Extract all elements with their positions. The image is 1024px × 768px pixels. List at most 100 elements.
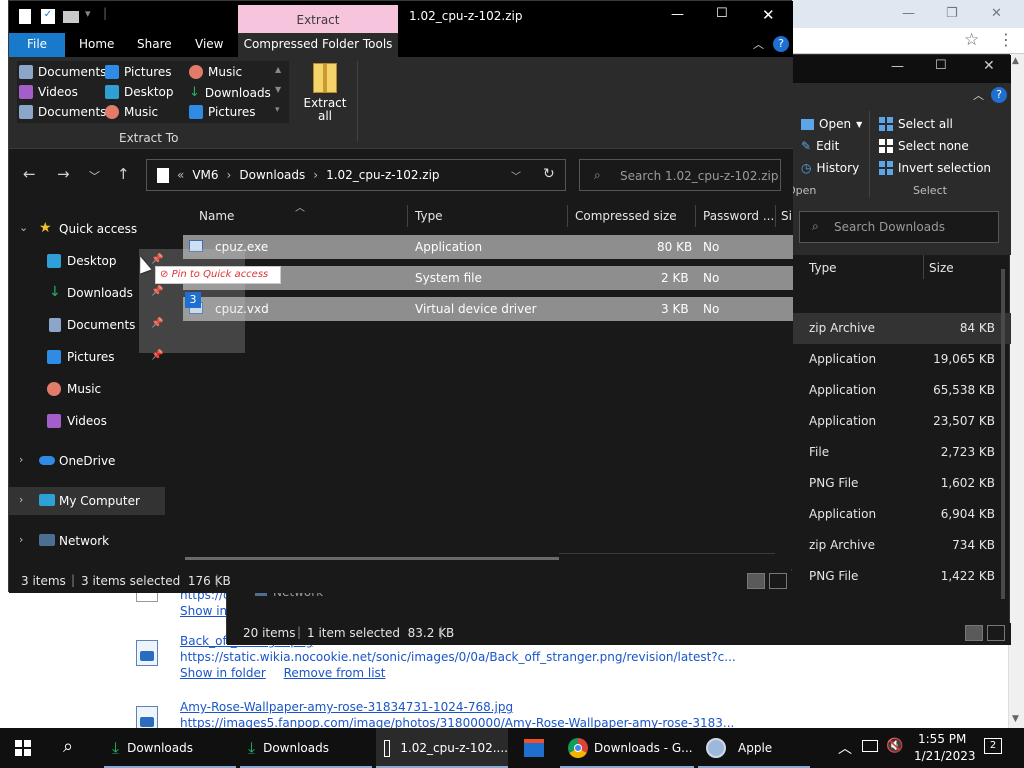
quick-access-toolbar-dropdown-icon[interactable]: ▾ bbox=[85, 7, 91, 20]
back-arrow-icon[interactable]: ← bbox=[23, 165, 36, 183]
taskbar-item-zip[interactable]: 1.02_cpu-z-102.... bbox=[376, 728, 508, 768]
notification-center-icon[interactable]: 2 bbox=[984, 738, 1002, 754]
table-row[interactable]: Application 23,507 KB bbox=[793, 406, 1011, 437]
table-row[interactable]: Application 65,538 KB bbox=[793, 375, 1011, 406]
minimize-button[interactable]: — bbox=[891, 59, 904, 74]
table-row[interactable]: Application 19,065 KB bbox=[793, 344, 1011, 375]
chevron-right-icon[interactable]: › bbox=[19, 533, 23, 546]
refresh-icon[interactable]: ↻ bbox=[543, 166, 555, 182]
tab-share[interactable]: Share bbox=[137, 37, 172, 51]
column-header-size[interactable]: Si bbox=[781, 209, 792, 223]
open-button[interactable]: Open ▼ bbox=[801, 117, 862, 131]
nav-my-computer[interactable]: › My Computer bbox=[9, 487, 165, 515]
help-icon[interactable]: ? bbox=[991, 87, 1007, 103]
properties-check-icon[interactable]: ✓ bbox=[41, 9, 55, 24]
file-row[interactable]: cpuz.vxd Virtual device driver 3 KB No bbox=[183, 297, 793, 321]
chevron-right-icon[interactable]: › bbox=[19, 453, 23, 466]
search-icon[interactable]: ⌕ bbox=[63, 736, 73, 757]
tab-view[interactable]: View bbox=[195, 37, 223, 51]
column-header-compressed-size[interactable]: Compressed size bbox=[575, 209, 677, 223]
breadcrumb-downloads[interactable]: Downloads bbox=[239, 168, 305, 182]
breadcrumb-zip[interactable]: 1.02_cpu-z-102.zip bbox=[326, 168, 439, 182]
maximize-button[interactable]: ☐ bbox=[935, 58, 947, 73]
invert-selection-button[interactable]: Invert selection bbox=[879, 161, 991, 175]
close-button[interactable]: ✕ bbox=[983, 58, 995, 74]
clock-time[interactable]: 1:55 PM bbox=[918, 732, 966, 746]
browser-restore-button[interactable]: ❐ bbox=[946, 6, 958, 21]
tab-file[interactable]: File bbox=[9, 33, 65, 57]
gallery-scroll-up-icon[interactable]: ▲ bbox=[275, 65, 281, 74]
breadcrumb-separator-icon[interactable]: › bbox=[313, 168, 318, 182]
column-header-password[interactable]: Password ... bbox=[703, 209, 774, 223]
table-row[interactable]: zip Archive 734 KB bbox=[793, 530, 1011, 561]
tab-compressed-folder-tools[interactable]: Compressed Folder Tools bbox=[238, 33, 398, 57]
scroll-up-arrow-icon[interactable]: ▲ bbox=[1012, 56, 1019, 66]
scrollbar-track[interactable] bbox=[559, 553, 775, 554]
scroll-down-arrow-icon[interactable]: ▼ bbox=[1012, 714, 1019, 724]
taskbar-item-downloads[interactable]: ⤓ Downloads bbox=[240, 728, 372, 768]
minimize-button[interactable]: — bbox=[671, 7, 684, 22]
taskbar-item-apple[interactable]: Apple bbox=[698, 728, 810, 768]
taskbar-item-chrome[interactable]: Downloads - G... bbox=[560, 728, 694, 768]
download-filename-link[interactable]: Amy-Rose-Wallpaper-amy-rose-31834731-102… bbox=[180, 700, 513, 714]
gallery-scroll-down-icon[interactable]: ▼ bbox=[275, 85, 281, 94]
browser-menu-icon[interactable]: ⋮ bbox=[998, 30, 1014, 49]
column-header-type[interactable]: Type bbox=[415, 209, 443, 223]
nav-onedrive[interactable]: › OneDrive bbox=[9, 447, 165, 475]
nav-music[interactable]: Music bbox=[9, 375, 165, 403]
network-tray-icon[interactable] bbox=[862, 740, 878, 752]
address-overflow[interactable]: « bbox=[177, 168, 184, 182]
clock-date[interactable]: 1/21/2023 bbox=[914, 749, 976, 763]
select-all-button[interactable]: Select all bbox=[879, 117, 953, 131]
breadcrumb-separator-icon[interactable]: › bbox=[227, 168, 232, 182]
gallery-item-pictures[interactable]: Pictures bbox=[189, 105, 256, 119]
recent-locations-chevron-icon[interactable]: ﹀ bbox=[89, 168, 100, 184]
chevron-right-icon[interactable]: › bbox=[19, 493, 23, 506]
select-none-button[interactable]: Select none bbox=[879, 139, 969, 153]
gallery-item-music[interactable]: Music bbox=[189, 65, 242, 79]
gallery-item-documents[interactable]: Documents bbox=[19, 105, 106, 119]
volume-muted-icon[interactable]: 🔇 bbox=[886, 738, 903, 754]
column-header-type[interactable]: Type bbox=[809, 261, 837, 275]
close-button[interactable]: ✕ bbox=[762, 6, 775, 24]
vertical-scrollbar[interactable] bbox=[1001, 269, 1005, 599]
table-row[interactable]: PNG File 1,602 KB bbox=[793, 468, 1011, 499]
downloads-search-input[interactable]: ⌕ Search Downloads bbox=[799, 211, 999, 243]
nav-quick-access[interactable]: ⌄ ★ Quick access bbox=[9, 215, 165, 243]
search-input[interactable]: ⌕ Search 1.02_cpu-z-102.zip bbox=[579, 159, 781, 191]
forward-arrow-icon[interactable]: → bbox=[57, 165, 70, 183]
table-row[interactable]: Application 6,904 KB bbox=[793, 499, 1011, 530]
history-button[interactable]: ◷ History bbox=[801, 161, 859, 175]
browser-minimize-button[interactable]: — bbox=[902, 6, 915, 21]
scrollbar-thumb[interactable] bbox=[185, 557, 559, 560]
show-in-folder-link[interactable]: Show in folder bbox=[180, 666, 266, 680]
table-row[interactable]: PNG File 1,422 KB bbox=[793, 561, 1011, 592]
gallery-item-downloads[interactable]: ↓ Downloads bbox=[189, 85, 271, 100]
extract-all-button[interactable]: Extract all bbox=[299, 61, 351, 127]
table-row[interactable]: zip Archive 84 KB bbox=[793, 313, 1011, 344]
column-header-name[interactable]: Name bbox=[199, 209, 234, 223]
windows-start-icon[interactable] bbox=[15, 740, 31, 756]
address-history-chevron-icon[interactable]: ﹀ bbox=[511, 168, 521, 183]
large-icons-view-button[interactable] bbox=[769, 573, 787, 589]
download-url[interactable]: https://static.wikia.nocookie.net/sonic/… bbox=[180, 650, 736, 664]
table-row[interactable]: File 2,723 KB bbox=[793, 437, 1011, 468]
taskbar-item-store[interactable] bbox=[512, 728, 556, 768]
taskbar-item-downloads[interactable]: ⤓ Downloads bbox=[104, 728, 236, 768]
gallery-item-music[interactable]: Music bbox=[105, 105, 158, 119]
details-view-button[interactable] bbox=[965, 625, 983, 641]
file-row[interactable]: cpuz.exe Application 80 KB No bbox=[183, 235, 793, 259]
browser-close-button[interactable]: ✕ bbox=[991, 6, 1002, 21]
collapse-ribbon-icon[interactable]: ︿ bbox=[973, 87, 984, 103]
edit-button[interactable]: ✎ Edit bbox=[801, 139, 839, 153]
maximize-button[interactable]: ☐ bbox=[716, 6, 728, 21]
nav-network[interactable]: › Network bbox=[9, 527, 165, 555]
chevron-down-icon[interactable]: ⌄ bbox=[19, 221, 28, 234]
remove-from-list-link[interactable]: Remove from list bbox=[284, 666, 386, 680]
gallery-more-icon[interactable]: ▾ bbox=[275, 105, 280, 115]
bookmark-star-icon[interactable]: ☆ bbox=[964, 30, 979, 50]
gallery-item-videos[interactable]: Videos bbox=[19, 85, 78, 99]
help-icon[interactable]: ? bbox=[773, 36, 789, 52]
tab-home[interactable]: Home bbox=[79, 37, 114, 51]
show-hidden-icons-chevron-icon[interactable]: ︿ bbox=[838, 738, 852, 758]
